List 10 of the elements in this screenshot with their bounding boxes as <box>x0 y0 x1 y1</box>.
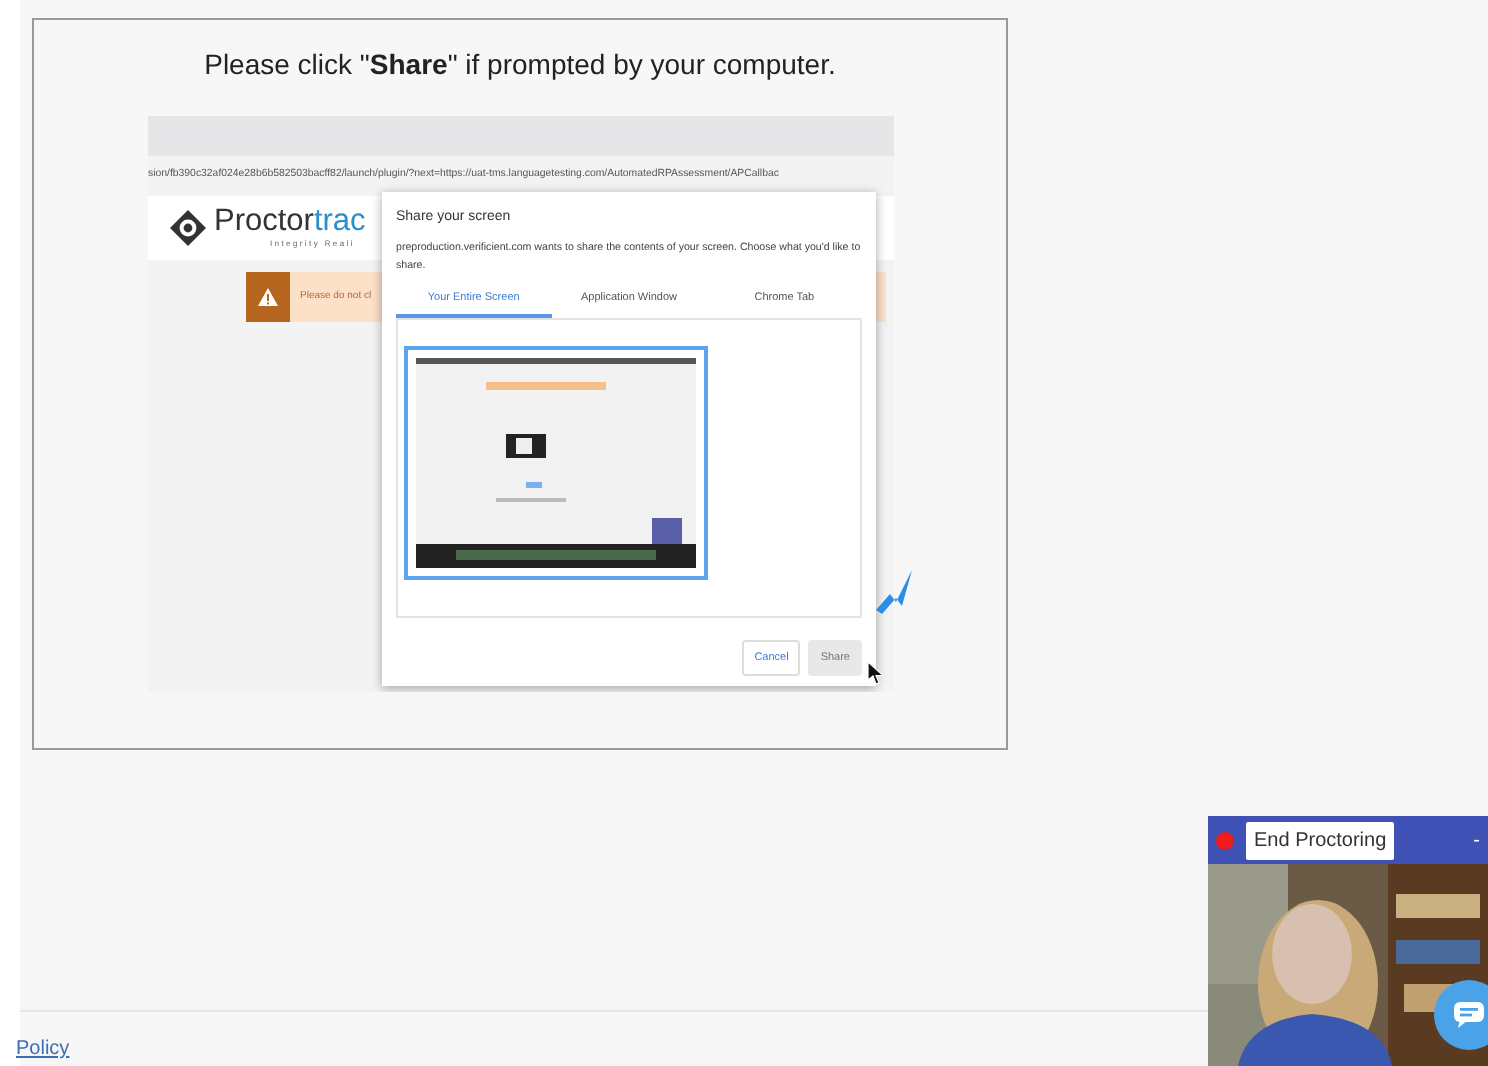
end-proctoring-button[interactable]: End Proctoring <box>1246 821 1395 859</box>
chat-icon <box>1454 1002 1484 1028</box>
logo-text: Proctortrac <box>214 206 366 238</box>
policy-link[interactable]: Policy <box>16 1038 70 1062</box>
minimize-button[interactable]: - <box>1473 825 1480 855</box>
warning-icon <box>258 288 278 306</box>
arrow-icon <box>876 570 916 614</box>
instruction-text: Please click "Share" if prompted by your computer. <box>202 46 838 84</box>
screen-option[interactable] <box>404 345 708 580</box>
eye-logo-icon <box>168 208 208 248</box>
